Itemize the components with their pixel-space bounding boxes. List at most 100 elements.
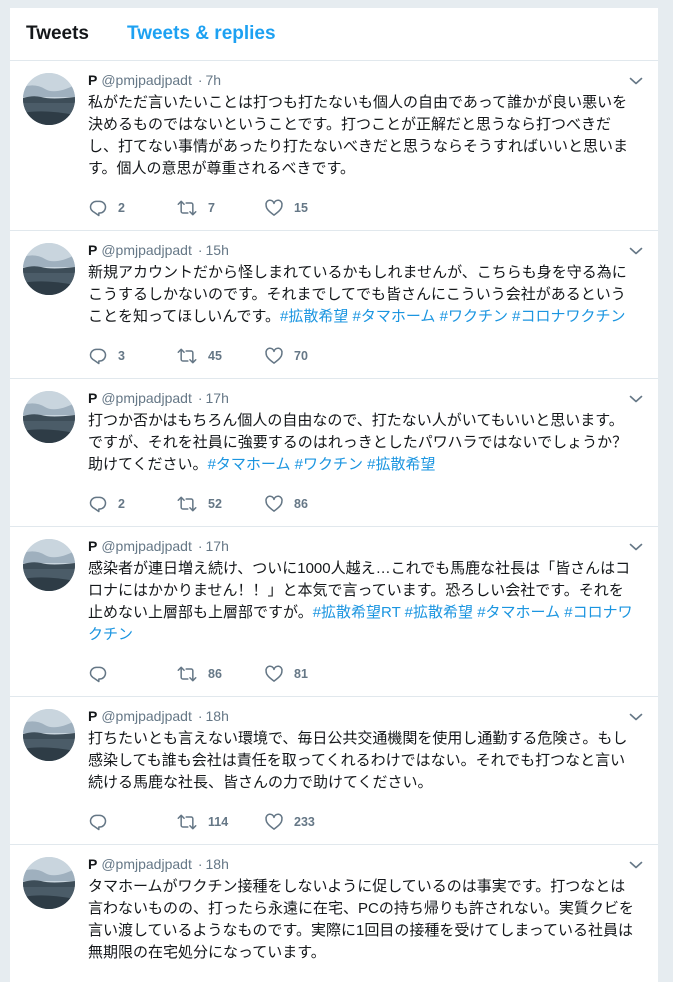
author-name[interactable]: P: [88, 707, 97, 725]
avatar[interactable]: [23, 73, 75, 125]
separator-dot: ·: [197, 390, 203, 406]
tweet-timestamp[interactable]: 17h: [206, 537, 229, 555]
retweet-icon: [177, 666, 197, 682]
tweet-timestamp[interactable]: 15h: [206, 241, 229, 259]
author-name[interactable]: P: [88, 241, 97, 259]
retweet-icon: [177, 200, 197, 216]
tweet-text: 打つか否かはもちろん個人の自由なので、打たない人がいてもいいと思います。ですが、…: [88, 410, 644, 476]
avatar[interactable]: [23, 709, 75, 761]
profile-tabs: Tweets Tweets & replies: [10, 8, 658, 61]
like-button[interactable]: 70: [264, 346, 364, 366]
hashtag-link[interactable]: #ワクチン: [295, 456, 363, 473]
tweet-actions: 2 7 15: [88, 186, 644, 230]
retweet-button[interactable]: 114: [176, 812, 264, 832]
hashtag-link[interactable]: #拡散希望: [405, 604, 473, 621]
tweet-timestamp[interactable]: 7h: [206, 71, 222, 89]
tweet-timestamp[interactable]: 18h: [206, 707, 229, 725]
reply-count: 2: [118, 201, 125, 215]
author-name[interactable]: P: [88, 71, 97, 89]
hashtag-link[interactable]: #拡散希望RT: [313, 604, 401, 621]
tweet-header: P @pmjpadjpadt · 15h: [88, 241, 644, 261]
reply-count: 2: [118, 497, 125, 511]
hashtag-link[interactable]: #拡散希望: [367, 456, 435, 473]
tab-tweets-and-replies[interactable]: Tweets & replies: [127, 23, 276, 45]
tweet[interactable]: P @pmjpadjpadt · 7h 私がただ言いたいことは打つも打たないも個…: [10, 61, 658, 231]
tweet[interactable]: P @pmjpadjpadt · 18h 打ちたいとも言えない環境で、毎日公共交…: [10, 697, 658, 845]
tweet-actions: 2 52 86: [88, 482, 644, 526]
chevron-down-icon[interactable]: [628, 709, 644, 725]
tweet[interactable]: P @pmjpadjpadt · 15h 新規アカウントだから怪しまれているかも…: [10, 231, 658, 379]
tweet[interactable]: P @pmjpadjpadt · 18h タマホームがワクチン接種をしないように…: [10, 845, 658, 982]
chevron-down-icon[interactable]: [628, 243, 644, 259]
tweet-text: 打ちたいとも言えない環境で、毎日公共交通機関を使用し通勤する危険さ。もし感染して…: [88, 728, 644, 794]
author-handle[interactable]: @pmjpadjpadt: [101, 71, 192, 89]
like-count: 86: [294, 497, 308, 511]
hashtag-link[interactable]: #ワクチン: [440, 308, 508, 325]
avatar[interactable]: [23, 243, 75, 295]
retweet-button[interactable]: 86: [176, 664, 264, 684]
like-button[interactable]: 86: [264, 494, 364, 514]
author-handle[interactable]: @pmjpadjpadt: [101, 537, 192, 555]
retweet-button[interactable]: 52: [176, 494, 264, 514]
reply-button[interactable]: [88, 664, 176, 684]
author-name[interactable]: P: [88, 855, 97, 873]
author-name[interactable]: P: [88, 537, 97, 555]
chevron-down-icon[interactable]: [628, 857, 644, 873]
tweet-header: P @pmjpadjpadt · 18h: [88, 707, 644, 727]
avatar[interactable]: [23, 857, 75, 909]
tweet[interactable]: P @pmjpadjpadt · 17h 打つか否かはもちろん個人の自由なので、…: [10, 379, 658, 527]
tweet-actions: 86 81: [88, 652, 644, 696]
tab-tweets[interactable]: Tweets: [26, 23, 89, 45]
tweet-header: P @pmjpadjpadt · 17h: [88, 389, 644, 409]
retweet-count: 86: [208, 667, 222, 681]
chevron-down-icon[interactable]: [628, 391, 644, 407]
reply-button[interactable]: 3: [88, 346, 176, 366]
page: Tweets Tweets & replies P @pmjpadjpadt ·…: [0, 0, 673, 982]
tweet-text-segment: 私がただ言いたいことは打つも打たないも個人の自由であって誰かが良い悪いを決めるも…: [88, 94, 629, 177]
author-handle[interactable]: @pmjpadjpadt: [101, 707, 192, 725]
hashtag-link[interactable]: #タマホーム: [353, 308, 436, 325]
reply-button[interactable]: 2: [88, 198, 176, 218]
avatar[interactable]: [23, 391, 75, 443]
like-count: 233: [294, 815, 315, 829]
separator-dot: ·: [197, 242, 203, 258]
separator-dot: ·: [197, 538, 203, 554]
author-handle[interactable]: @pmjpadjpadt: [101, 241, 192, 259]
like-button[interactable]: 15: [264, 198, 364, 218]
like-button[interactable]: 81: [264, 664, 364, 684]
avatar[interactable]: [23, 539, 75, 591]
tweet-header: P @pmjpadjpadt · 7h: [88, 71, 644, 91]
reply-button[interactable]: 2: [88, 494, 176, 514]
hashtag-link[interactable]: #タマホーム: [208, 456, 291, 473]
author-name[interactable]: P: [88, 389, 97, 407]
author-handle[interactable]: @pmjpadjpadt: [101, 855, 192, 873]
tweet-actions: 108 3.8K 3.9K: [88, 970, 644, 982]
tweet-list: P @pmjpadjpadt · 7h 私がただ言いたいことは打つも打たないも個…: [10, 61, 658, 982]
chevron-down-icon[interactable]: [628, 539, 644, 555]
hashtag-link[interactable]: #拡散希望: [280, 308, 348, 325]
tweet-text: タマホームがワクチン接種をしないように促しているのは事実です。打つなとは言わない…: [88, 876, 644, 964]
author-handle[interactable]: @pmjpadjpadt: [101, 389, 192, 407]
avatar-landscape-image: [23, 539, 75, 591]
reply-icon: [89, 814, 107, 831]
like-button[interactable]: 233: [264, 812, 364, 832]
heart-icon: [265, 495, 283, 512]
heart-icon: [265, 347, 283, 364]
reply-button[interactable]: [88, 812, 176, 832]
retweet-icon: [177, 496, 197, 512]
retweet-count: 7: [208, 201, 215, 215]
hashtag-link[interactable]: #タマホーム: [477, 604, 560, 621]
tweet-text-segment: タマホームがワクチン接種をしないように促しているのは事実です。打つなとは言わない…: [88, 878, 634, 961]
separator-dot: ·: [197, 708, 203, 724]
chevron-down-icon[interactable]: [628, 73, 644, 89]
retweet-button[interactable]: 7: [176, 198, 264, 218]
retweet-button[interactable]: 45: [176, 346, 264, 366]
tweet-header: P @pmjpadjpadt · 17h: [88, 537, 644, 557]
heart-icon: [265, 199, 283, 216]
tweet[interactable]: P @pmjpadjpadt · 17h 感染者が連日増え続け、ついに1000人…: [10, 527, 658, 697]
heart-icon: [265, 665, 283, 682]
tweet-timestamp[interactable]: 17h: [206, 389, 229, 407]
separator-dot: ·: [197, 72, 203, 88]
hashtag-link[interactable]: #コロナワクチン: [512, 308, 625, 325]
tweet-timestamp[interactable]: 18h: [206, 855, 229, 873]
